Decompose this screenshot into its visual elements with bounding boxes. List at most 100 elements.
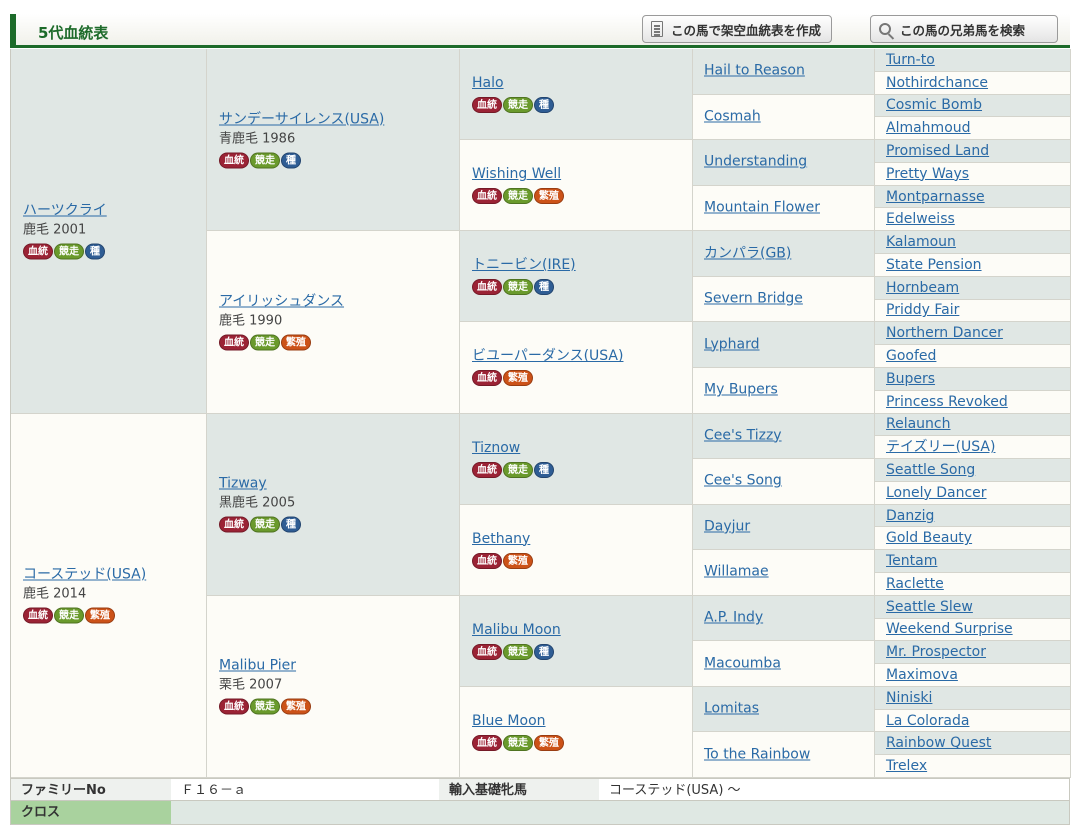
mare-badge[interactable]: 繁殖 (281, 334, 311, 351)
sire-badge[interactable]: 種 (85, 243, 105, 260)
horse-name-link[interactable]: Danzig (886, 507, 1066, 525)
mare-badge[interactable]: 繁殖 (85, 607, 115, 624)
race-badge[interactable]: 競走 (54, 243, 84, 260)
horse-name-link[interactable]: Rainbow Quest (886, 734, 1066, 752)
blood-badge[interactable]: 血統 (472, 188, 502, 205)
horse-name-link[interactable]: Lyphard (704, 335, 870, 354)
mare-badge[interactable]: 繁殖 (503, 370, 533, 387)
horse-name-link[interactable]: My Bupers (704, 381, 870, 400)
race-badge[interactable]: 競走 (503, 734, 533, 751)
blood-badge[interactable]: 血統 (472, 279, 502, 296)
horse-name-link[interactable]: Cosmah (704, 107, 870, 126)
horse-name-link[interactable]: Priddy Fair (886, 301, 1066, 319)
search-siblings-button[interactable]: この馬の兄弟馬を検索 (870, 15, 1058, 43)
horse-name-link[interactable]: Halo (472, 74, 688, 93)
horse-name-link[interactable]: ハーツクライ (23, 201, 202, 220)
horse-name-link[interactable]: Tentam (886, 552, 1066, 570)
blood-badge[interactable]: 血統 (472, 552, 502, 569)
horse-name-link[interactable]: Tiznow (472, 439, 688, 458)
blood-badge[interactable]: 血統 (219, 698, 249, 715)
horse-name-link[interactable]: Promised Land (886, 142, 1066, 160)
sire-badge[interactable]: 種 (281, 516, 301, 533)
race-badge[interactable]: 競走 (503, 97, 533, 114)
horse-name-link[interactable]: Bethany (472, 530, 688, 549)
race-badge[interactable]: 競走 (250, 152, 280, 169)
horse-name-link[interactable]: Cee's Tizzy (704, 426, 870, 445)
horse-name-link[interactable]: Princess Revoked (886, 393, 1066, 411)
mare-badge[interactable]: 繁殖 (534, 188, 564, 205)
mare-badge[interactable]: 繁殖 (534, 734, 564, 751)
blood-badge[interactable]: 血統 (472, 643, 502, 660)
horse-name-link[interactable]: Goofed (886, 347, 1066, 365)
horse-name-link[interactable]: Mountain Flower (704, 198, 870, 217)
horse-name-link[interactable]: Cosmic Bomb (886, 96, 1066, 114)
horse-name-link[interactable]: テイズリー(USA) (886, 438, 1066, 456)
horse-name-link[interactable]: Malibu Pier (219, 657, 455, 676)
race-badge[interactable]: 競走 (250, 698, 280, 715)
horse-name-link[interactable]: Hornbeam (886, 279, 1066, 297)
horse-name-link[interactable]: Kalamoun (886, 233, 1066, 251)
horse-name-link[interactable]: Pretty Ways (886, 165, 1066, 183)
horse-name-link[interactable]: La Colorada (886, 712, 1066, 730)
horse-name-link[interactable]: コーステッド(USA) (23, 566, 202, 585)
horse-name-link[interactable]: Edelweiss (886, 210, 1066, 228)
horse-name-link[interactable]: Willamae (704, 563, 870, 582)
horse-name-link[interactable]: Tizway (219, 475, 455, 494)
horse-name-link[interactable]: Lonely Dancer (886, 484, 1066, 502)
sire-badge[interactable]: 種 (534, 461, 554, 478)
sire-badge[interactable]: 種 (534, 97, 554, 114)
horse-name-link[interactable]: Dayjur (704, 517, 870, 536)
race-badge[interactable]: 競走 (503, 188, 533, 205)
horse-name-link[interactable]: Relaunch (886, 415, 1066, 433)
blood-badge[interactable]: 血統 (219, 152, 249, 169)
horse-name-link[interactable]: State Pension (886, 256, 1066, 274)
horse-name-link[interactable]: Lomitas (704, 700, 870, 719)
race-badge[interactable]: 競走 (54, 607, 84, 624)
race-badge[interactable]: 競走 (250, 334, 280, 351)
create-fictional-pedigree-button[interactable]: この馬で架空血統表を作成 (642, 15, 833, 43)
horse-name-link[interactable]: サンデーサイレンス(USA) (219, 110, 455, 129)
horse-name-link[interactable]: ビユーパーダンス(USA) (472, 347, 688, 366)
horse-name-link[interactable]: Severn Bridge (704, 290, 870, 309)
horse-name-link[interactable]: To the Rainbow (704, 745, 870, 764)
horse-name-link[interactable]: Seattle Song (886, 461, 1066, 479)
blood-badge[interactable]: 血統 (472, 461, 502, 478)
blood-badge[interactable]: 血統 (219, 334, 249, 351)
blood-badge[interactable]: 血統 (472, 370, 502, 387)
blood-badge[interactable]: 血統 (219, 516, 249, 533)
horse-name-link[interactable]: トニービン(IRE) (472, 256, 688, 275)
horse-name-link[interactable]: A.P. Indy (704, 609, 870, 628)
horse-name-link[interactable]: Turn-to (886, 51, 1066, 69)
horse-name-link[interactable]: カンパラ(GB) (704, 244, 870, 263)
horse-name-link[interactable]: Nothirdchance (886, 74, 1066, 92)
mare-badge[interactable]: 繁殖 (281, 698, 311, 715)
race-badge[interactable]: 競走 (503, 643, 533, 660)
sire-badge[interactable]: 種 (534, 643, 554, 660)
horse-name-link[interactable]: Raclette (886, 575, 1066, 593)
horse-name-link[interactable]: Montparnasse (886, 188, 1066, 206)
horse-name-link[interactable]: Wishing Well (472, 165, 688, 184)
mare-badge[interactable]: 繁殖 (503, 552, 533, 569)
horse-name-link[interactable]: アイリッシュダンス (219, 292, 455, 311)
horse-name-link[interactable]: Malibu Moon (472, 621, 688, 640)
blood-badge[interactable]: 血統 (472, 734, 502, 751)
sire-badge[interactable]: 種 (534, 279, 554, 296)
horse-name-link[interactable]: Trelex (886, 757, 1066, 775)
blood-badge[interactable]: 血統 (472, 97, 502, 114)
horse-name-link[interactable]: Weekend Surprise (886, 620, 1066, 638)
horse-name-link[interactable]: Bupers (886, 370, 1066, 388)
horse-name-link[interactable]: Understanding (704, 153, 870, 172)
race-badge[interactable]: 競走 (503, 461, 533, 478)
blood-badge[interactable]: 血統 (23, 607, 53, 624)
horse-name-link[interactable]: Northern Dancer (886, 324, 1066, 342)
race-badge[interactable]: 競走 (250, 516, 280, 533)
sire-badge[interactable]: 種 (281, 152, 301, 169)
horse-name-link[interactable]: Mr. Prospector (886, 643, 1066, 661)
horse-name-link[interactable]: Gold Beauty (886, 529, 1066, 547)
horse-name-link[interactable]: Macoumba (704, 654, 870, 673)
horse-name-link[interactable]: Niniski (886, 689, 1066, 707)
horse-name-link[interactable]: Cee's Song (704, 472, 870, 491)
horse-name-link[interactable]: Hail to Reason (704, 62, 870, 81)
horse-name-link[interactable]: Blue Moon (472, 712, 688, 731)
horse-name-link[interactable]: Seattle Slew (886, 598, 1066, 616)
